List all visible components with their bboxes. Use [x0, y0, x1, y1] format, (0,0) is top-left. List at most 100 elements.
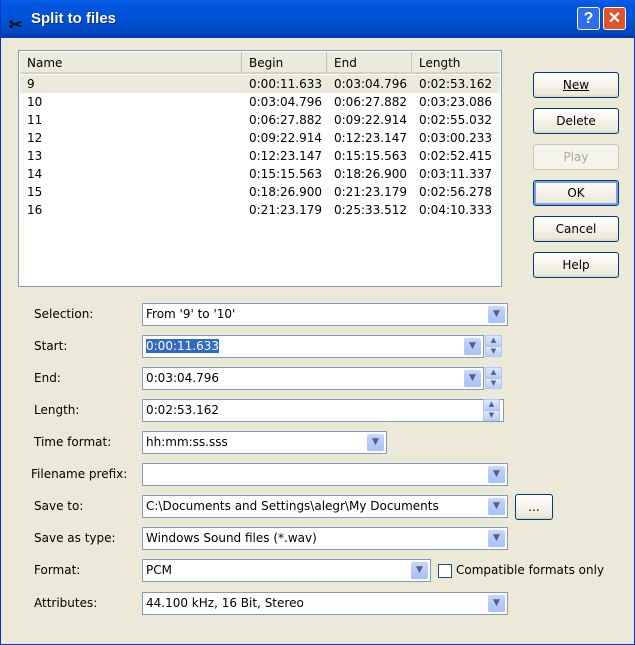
spin-down-icon[interactable]: ▼	[485, 346, 502, 357]
save-as-type-combo[interactable]: Windows Sound files (*.wav) ▼	[142, 527, 508, 550]
chevron-down-icon[interactable]: ▼	[488, 530, 505, 547]
cell-name: 14	[27, 167, 43, 181]
length-value: 0:02:53.162	[146, 403, 219, 417]
spin-up-icon[interactable]: ▲	[483, 399, 500, 410]
table-row[interactable]: 12 0:09:22.914 0:12:23.147 0:03:00.233	[20, 129, 500, 147]
save-to-combo[interactable]: C:\Documents and Settings\alegr\My Docum…	[142, 495, 508, 518]
cell-name: 16	[27, 203, 43, 217]
end-spinner[interactable]: ▲ ▼	[485, 367, 502, 390]
files-list[interactable]: Name Begin End Length 9 0:00:11.633 0:03:0…	[18, 50, 502, 287]
cell-end: 0:21:23.179	[334, 185, 407, 199]
table-row[interactable]: 9 0:00:11.633 0:03:04.796 0:02:53.162	[20, 75, 500, 93]
chevron-down-icon[interactable]: ▼	[488, 498, 505, 515]
time-format-value: hh:mm:ss.sss	[146, 435, 228, 449]
length-field[interactable]: 0:02:53.162	[142, 399, 504, 422]
cell-begin: 0:21:23.179	[249, 203, 322, 217]
chevron-down-icon[interactable]: ▼	[464, 370, 481, 387]
help-title-button[interactable]: ?	[577, 7, 600, 30]
cell-length: 0:02:52.415	[419, 149, 492, 163]
chevron-down-icon[interactable]: ▼	[488, 595, 505, 612]
filename-prefix-label: Filename prefix:	[31, 467, 128, 481]
compatible-formats-label[interactable]: Compatible formats only	[456, 559, 604, 582]
compatible-formats-checkbox[interactable]	[438, 564, 452, 578]
ok-button[interactable]: OK	[533, 180, 619, 206]
cell-begin: 0:09:22.914	[249, 131, 322, 145]
table-row[interactable]: 11 0:06:27.882 0:09:22.914 0:02:55.032	[20, 111, 500, 129]
save-as-type-value: Windows Sound files (*.wav)	[146, 531, 317, 545]
table-row[interactable]: 14 0:15:15.563 0:18:26.900 0:03:11.337	[20, 165, 500, 183]
spin-down-icon[interactable]: ▼	[485, 378, 502, 389]
length-label: Length:	[34, 403, 80, 417]
cell-end: 0:03:04.796	[334, 77, 407, 91]
scissors-icon: ✂	[9, 17, 23, 34]
cell-length: 0:02:56.278	[419, 185, 492, 199]
help-button[interactable]: Help	[533, 252, 619, 278]
spin-down-icon[interactable]: ▼	[483, 410, 500, 421]
format-value: PCM	[146, 563, 172, 577]
browse-button[interactable]: ...	[515, 494, 553, 520]
list-header: Name Begin End Length	[20, 52, 500, 74]
new-button[interactable]: New	[533, 72, 619, 98]
spin-up-icon[interactable]: ▲	[485, 335, 502, 346]
attributes-value: 44.100 kHz, 16 Bit, Stereo	[146, 596, 304, 610]
end-combo[interactable]: 0:03:04.796 ▼	[142, 367, 484, 390]
cell-begin: 0:18:26.900	[249, 185, 322, 199]
cell-begin: 0:03:04.796	[249, 95, 322, 109]
column-length[interactable]: Length	[412, 52, 502, 72]
attributes-label: Attributes:	[34, 596, 98, 610]
table-row[interactable]: 13 0:12:23.147 0:15:15.563 0:02:52.415	[20, 147, 500, 165]
chevron-down-icon[interactable]: ▼	[464, 338, 481, 355]
cell-length: 0:03:23.086	[419, 95, 492, 109]
selection-value: From '9' to '10'	[146, 307, 236, 321]
new-label: New	[562, 78, 590, 92]
close-button[interactable]: ✕	[603, 7, 626, 30]
chevron-down-icon[interactable]: ▼	[411, 562, 428, 579]
cell-end: 0:09:22.914	[334, 113, 407, 127]
spin-up-icon[interactable]: ▲	[485, 367, 502, 378]
table-row[interactable]: 16 0:21:23.179 0:25:33.512 0:04:10.333	[20, 201, 500, 219]
start-value: 0:00:11.633	[146, 339, 219, 353]
cell-end: 0:25:33.512	[334, 203, 407, 217]
start-combo[interactable]: 0:00:11.633 ▼	[142, 335, 484, 358]
cell-name: 15	[27, 185, 43, 199]
end-label: End:	[34, 371, 61, 385]
cell-name: 13	[27, 149, 43, 163]
cell-length: 0:02:53.162	[419, 77, 492, 91]
start-label: Start:	[34, 339, 68, 353]
table-row[interactable]: 10 0:03:04.796 0:06:27.882 0:03:23.086	[20, 93, 500, 111]
cell-name: 12	[27, 131, 43, 145]
table-row[interactable]: 15 0:18:26.900 0:21:23.179 0:02:56.278	[20, 183, 500, 201]
attributes-combo[interactable]: 44.100 kHz, 16 Bit, Stereo ▼	[142, 592, 508, 615]
cell-end: 0:18:26.900	[334, 167, 407, 181]
chevron-down-icon[interactable]: ▼	[488, 306, 505, 323]
selection-combo[interactable]: From '9' to '10' ▼	[142, 303, 508, 326]
window-title: Split to files	[31, 10, 117, 27]
time-format-label: Time format:	[34, 435, 112, 449]
delete-button[interactable]: Delete	[533, 108, 619, 134]
time-format-combo[interactable]: hh:mm:ss.sss ▼	[142, 431, 387, 454]
length-spinner[interactable]: ▲ ▼	[483, 399, 500, 422]
cancel-button[interactable]: Cancel	[533, 216, 619, 242]
cell-end: 0:15:15.563	[334, 149, 407, 163]
chevron-down-icon[interactable]: ▼	[367, 434, 384, 451]
chevron-down-icon[interactable]: ▼	[488, 466, 505, 483]
cell-name: 10	[27, 95, 43, 109]
column-end[interactable]: End	[327, 52, 412, 72]
start-spinner[interactable]: ▲ ▼	[485, 335, 502, 358]
column-begin[interactable]: Begin	[242, 52, 327, 72]
end-value: 0:03:04.796	[146, 371, 219, 385]
split-to-files-dialog: ✂ Split to files ? ✕ Name Begin End Leng…	[0, 0, 635, 645]
save-as-type-label: Save as type:	[34, 531, 116, 545]
cell-length: 0:03:11.337	[419, 167, 492, 181]
cell-name: 9	[27, 77, 35, 91]
format-combo[interactable]: PCM ▼	[142, 559, 431, 582]
cell-end: 0:12:23.147	[334, 131, 407, 145]
filename-prefix-combo[interactable]: ▼	[142, 463, 508, 486]
cell-end: 0:06:27.882	[334, 95, 407, 109]
play-button[interactable]: Play	[533, 144, 619, 170]
cell-length: 0:03:00.233	[419, 131, 492, 145]
cell-length: 0:02:55.032	[419, 113, 492, 127]
column-name[interactable]: Name	[20, 52, 242, 72]
cell-begin: 0:15:15.563	[249, 167, 322, 181]
cell-name: 11	[27, 113, 43, 127]
